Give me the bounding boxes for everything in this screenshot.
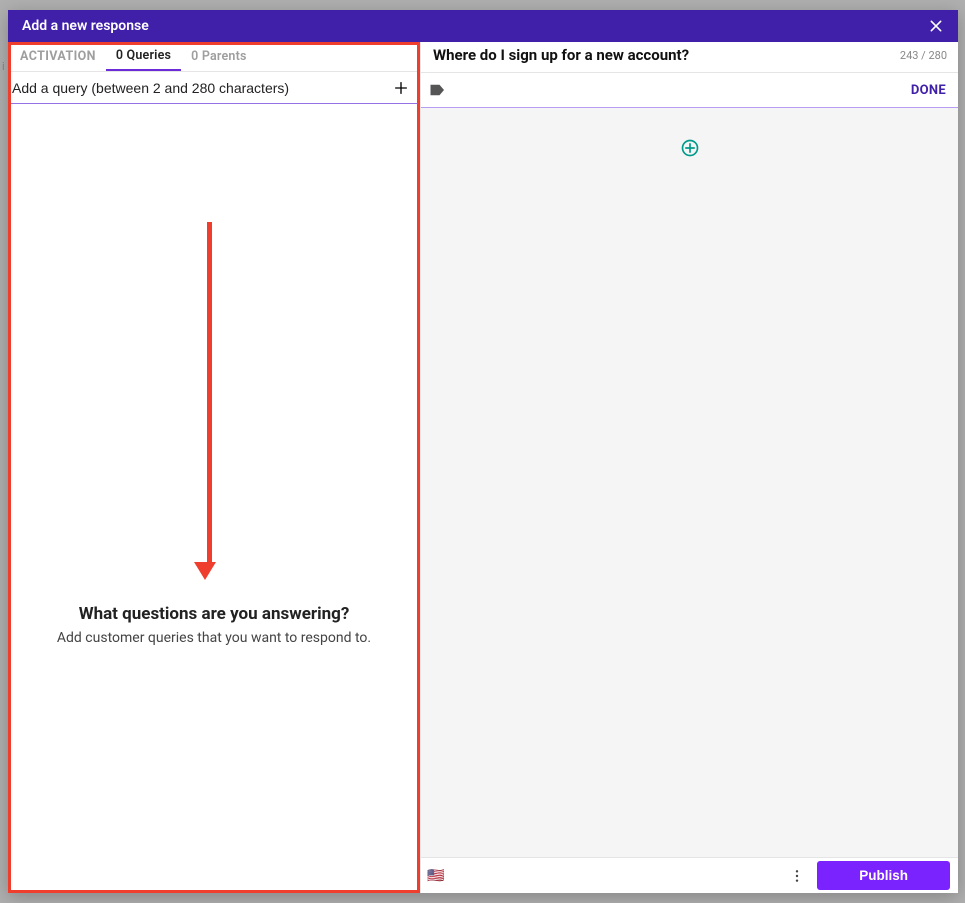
annotation-arrow [202,222,216,580]
modal-title: Add a new response [22,18,149,34]
char-counter: 243 / 280 [900,49,947,62]
query-input[interactable] [12,80,392,96]
tab-bar: ACTIVATION 0 Queries 0 Parents [8,42,420,72]
tab-queries[interactable]: 0 Queries [106,42,181,71]
empty-heading: What questions are you answering? [8,604,420,624]
add-query-button[interactable] [392,79,410,97]
publish-button[interactable]: Publish [817,861,950,890]
response-title: Where do I sign up for a new account? [433,46,689,64]
language-selector[interactable]: 🇺🇸 [427,868,444,884]
close-button[interactable] [926,16,946,36]
tab-parents[interactable]: 0 Parents [181,42,256,71]
tag-icon [429,83,447,97]
activation-panel: ACTIVATION 0 Queries 0 Parents What ques… [8,42,420,893]
background-text: i [2,60,5,73]
kebab-icon [789,868,805,884]
query-input-row [8,72,420,104]
add-block-button[interactable] [680,138,700,158]
empty-subtext: Add customer queries that you want to re… [8,630,420,646]
close-icon [928,18,944,34]
tab-activation-label: ACTIVATION [10,42,106,71]
empty-state: What questions are you answering? Add cu… [8,104,420,893]
done-button[interactable]: DONE [911,83,946,98]
response-panel: Where do I sign up for a new account? 24… [420,42,958,893]
modal-header: Add a new response [8,10,958,42]
plus-icon [393,80,409,96]
modal: Add a new response ACTIVATION 0 Queries … [8,10,958,893]
response-body [421,108,958,857]
more-options-button[interactable] [787,864,807,888]
response-footer: 🇺🇸 Publish [421,857,958,893]
modal-body: ACTIVATION 0 Queries 0 Parents What ques… [8,42,958,893]
tag-input-row: DONE [421,72,958,108]
response-header: Where do I sign up for a new account? 24… [421,42,958,72]
